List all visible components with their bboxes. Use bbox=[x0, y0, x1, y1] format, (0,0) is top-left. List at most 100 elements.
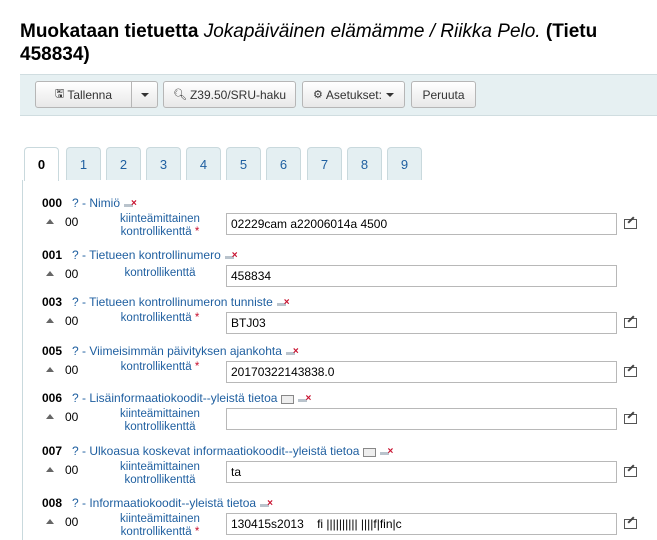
indicators: 00 bbox=[65, 314, 79, 328]
edit-field-icon[interactable] bbox=[624, 519, 637, 529]
field-description: ? - Lisäinformaatiokoodit--yleistä tieto… bbox=[72, 391, 278, 405]
field-description-link[interactable]: ? - Viimeisimmän päivityksen ajankohta × bbox=[72, 344, 300, 359]
tab-6[interactable]: 6 bbox=[266, 147, 301, 180]
field-description-link[interactable]: ? - Tietueen kontrollinumero × bbox=[72, 248, 239, 263]
tab-3[interactable]: 3 bbox=[146, 147, 181, 180]
subfield-label: kontrollikenttä * bbox=[110, 361, 210, 374]
delete-field-icon[interactable]: × bbox=[276, 297, 291, 308]
indicators: 00 bbox=[65, 215, 79, 229]
search-icon: 🔍︎ bbox=[172, 89, 187, 101]
delete-field-icon[interactable]: × bbox=[224, 250, 239, 261]
title-record-name: Jokapäiväinen elämämme / Riikka Pelo. bbox=[203, 21, 541, 42]
tab-7[interactable]: 7 bbox=[307, 147, 342, 180]
field-tag: 001 bbox=[42, 248, 63, 262]
subfield-label-line1: kiinteämittainen bbox=[120, 408, 200, 420]
delete-field-icon[interactable]: × bbox=[124, 198, 138, 209]
settings-dropdown-button[interactable]: ⚙ Asetukset: bbox=[302, 81, 405, 108]
title-prefix: Muokataan tietuetta bbox=[20, 21, 199, 42]
field-tag: 005 bbox=[42, 344, 63, 358]
field-builder-icon[interactable] bbox=[281, 395, 295, 405]
subfield-label-line1: kiinteämittainen bbox=[120, 213, 200, 225]
save-button[interactable]: 🖫 Tallenna bbox=[35, 81, 132, 108]
move-up-arrow-icon[interactable] bbox=[46, 414, 54, 419]
edit-field-icon[interactable] bbox=[624, 318, 637, 328]
save-options-dropdown-button[interactable] bbox=[131, 81, 158, 108]
tab-8[interactable]: 8 bbox=[347, 147, 382, 180]
tab-5[interactable]: 5 bbox=[226, 147, 261, 180]
move-up-arrow-icon[interactable] bbox=[46, 271, 54, 276]
z3950-search-button[interactable]: 🔍︎ Z39.50/SRU-haku bbox=[163, 81, 296, 108]
subfield-label: kiinteämittainen kontrollikenttä bbox=[110, 461, 210, 487]
field-description: ? - Viimeisimmän päivityksen ajankohta bbox=[72, 344, 282, 358]
subfield-label: kiinteämittainen kontrollikenttä * bbox=[110, 213, 210, 239]
field-tag: 007 bbox=[42, 444, 63, 458]
settings-label: Asetukset: bbox=[325, 87, 382, 102]
z3950-search-label: Z39.50/SRU-haku bbox=[189, 87, 286, 102]
delete-field-icon[interactable]: × bbox=[285, 346, 300, 357]
indicators: 00 bbox=[65, 267, 79, 281]
field-description: ? - Ulkoasua koskevat informaatiokoodit-… bbox=[72, 444, 360, 458]
subfield-label-line1: kontrollikenttä bbox=[120, 361, 192, 373]
delete-field-icon[interactable]: × bbox=[298, 393, 312, 404]
field-description-link[interactable]: ? - Ulkoasua koskevat informaatiokoodit-… bbox=[72, 444, 394, 459]
subfield-label-line1: kiinteämittainen bbox=[120, 461, 200, 473]
indicators: 00 bbox=[65, 363, 79, 377]
tab-9[interactable]: 9 bbox=[387, 147, 422, 180]
subfield-label-line2: kontrollikenttä bbox=[124, 474, 196, 486]
field-description-link[interactable]: ? - Lisäinformaatiokoodit--yleistä tieto… bbox=[72, 391, 312, 406]
subfield-label: kontrollikenttä bbox=[110, 267, 210, 280]
field-value-input[interactable]: 130415s2013 fi |||||||||| ||||f|fin|c bbox=[226, 513, 617, 535]
subfield-label: kontrollikenttä * bbox=[110, 312, 210, 325]
move-up-arrow-icon[interactable] bbox=[46, 219, 54, 224]
delete-field-icon[interactable]: × bbox=[380, 446, 394, 457]
edit-field-icon[interactable] bbox=[624, 414, 637, 424]
field-description-link[interactable]: ? - Tietueen kontrollinumeron tunniste × bbox=[72, 295, 291, 310]
edit-field-icon[interactable] bbox=[624, 219, 637, 229]
indicators: 00 bbox=[65, 410, 79, 424]
move-up-arrow-icon[interactable] bbox=[46, 367, 54, 372]
move-up-arrow-icon[interactable] bbox=[46, 467, 54, 472]
required-marker: * bbox=[194, 361, 200, 373]
required-marker: * bbox=[194, 526, 200, 538]
tab-4[interactable]: 4 bbox=[186, 147, 221, 180]
subfield-label-line1: kontrollikenttä bbox=[124, 267, 196, 279]
floppy-disk-icon: 🖫 bbox=[54, 88, 65, 100]
field-value-input[interactable]: 458834 bbox=[226, 265, 617, 287]
field-description: ? - Nimiö bbox=[72, 196, 121, 210]
subfield-label: kiinteämittainen kontrollikenttä bbox=[110, 408, 210, 434]
cancel-button-label: Peruuta bbox=[422, 87, 465, 102]
required-marker: * bbox=[194, 312, 200, 324]
move-up-arrow-icon[interactable] bbox=[46, 519, 54, 524]
subfield-label-line2: kontrollikenttä bbox=[124, 421, 196, 433]
tab-0[interactable]: 0 bbox=[24, 147, 59, 181]
indicators: 00 bbox=[65, 515, 79, 529]
subfield-label-line2: kontrollikenttä bbox=[120, 526, 192, 538]
subfield-label-line2: kontrollikenttä bbox=[120, 226, 192, 238]
title-suffix: (Tietu bbox=[545, 21, 598, 42]
field-value-input[interactable]: ta bbox=[226, 461, 617, 483]
tab-2[interactable]: 2 bbox=[106, 147, 141, 180]
edit-field-icon[interactable] bbox=[624, 367, 637, 377]
subfield-label-line1: kontrollikenttä bbox=[120, 312, 192, 324]
field-description-link[interactable]: ? - Informaatiokoodit--yleistä tietoa × bbox=[72, 496, 274, 511]
tab-1[interactable]: 1 bbox=[66, 147, 101, 180]
title-record-number: 458834) bbox=[20, 44, 90, 65]
field-value-input[interactable]: 02229cam a22006014a 4500 bbox=[226, 213, 617, 235]
indicators: 00 bbox=[65, 463, 79, 477]
move-up-arrow-icon[interactable] bbox=[46, 318, 54, 323]
subfield-label-line1: kiinteämittainen bbox=[120, 513, 200, 525]
field-tag: 006 bbox=[42, 391, 63, 405]
field-description-link[interactable]: ? - Nimiö × bbox=[72, 196, 138, 211]
field-value-input[interactable]: 20170322143838.0 bbox=[226, 361, 617, 383]
delete-field-icon[interactable]: × bbox=[260, 498, 274, 509]
cancel-button[interactable]: Peruuta bbox=[411, 81, 476, 108]
subfield-label: kiinteämittainen kontrollikenttä * bbox=[110, 513, 210, 539]
edit-field-icon[interactable] bbox=[624, 467, 637, 477]
field-value-input[interactable] bbox=[226, 408, 617, 430]
chevron-down-icon bbox=[385, 92, 394, 97]
field-value-input[interactable]: BTJ03 bbox=[226, 312, 617, 334]
field-tag: 008 bbox=[42, 496, 63, 510]
field-builder-icon[interactable] bbox=[363, 448, 377, 458]
gear-icon: ⚙ bbox=[313, 89, 323, 101]
field-tag: 000 bbox=[42, 196, 63, 210]
